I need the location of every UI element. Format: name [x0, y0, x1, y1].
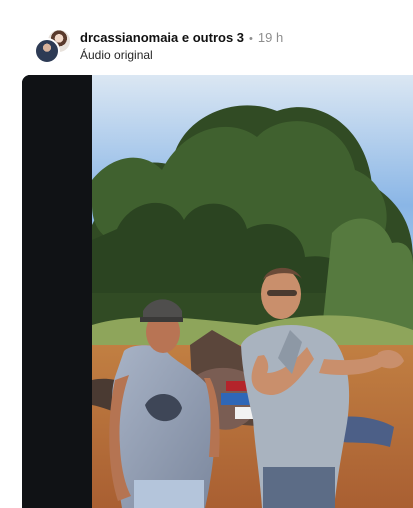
video-frame[interactable] [22, 75, 413, 508]
post-time: 19 h [257, 30, 284, 45]
audio-label[interactable]: Áudio original [80, 48, 400, 62]
author-username[interactable]: drcassianomaia e outros 3 [80, 30, 244, 45]
meta-separator: • [249, 33, 253, 45]
left-black-frame [22, 75, 92, 508]
author-avatar-stack[interactable] [34, 28, 72, 64]
post-header: drcassianomaia e outros 3 • 19 h Áudio o… [0, 0, 413, 72]
author-avatar[interactable] [34, 38, 60, 64]
author-row: drcassianomaia e outros 3 • 19 h [80, 30, 400, 45]
post-meta: drcassianomaia e outros 3 • 19 h Áudio o… [80, 30, 400, 62]
post-media[interactable] [22, 75, 413, 508]
